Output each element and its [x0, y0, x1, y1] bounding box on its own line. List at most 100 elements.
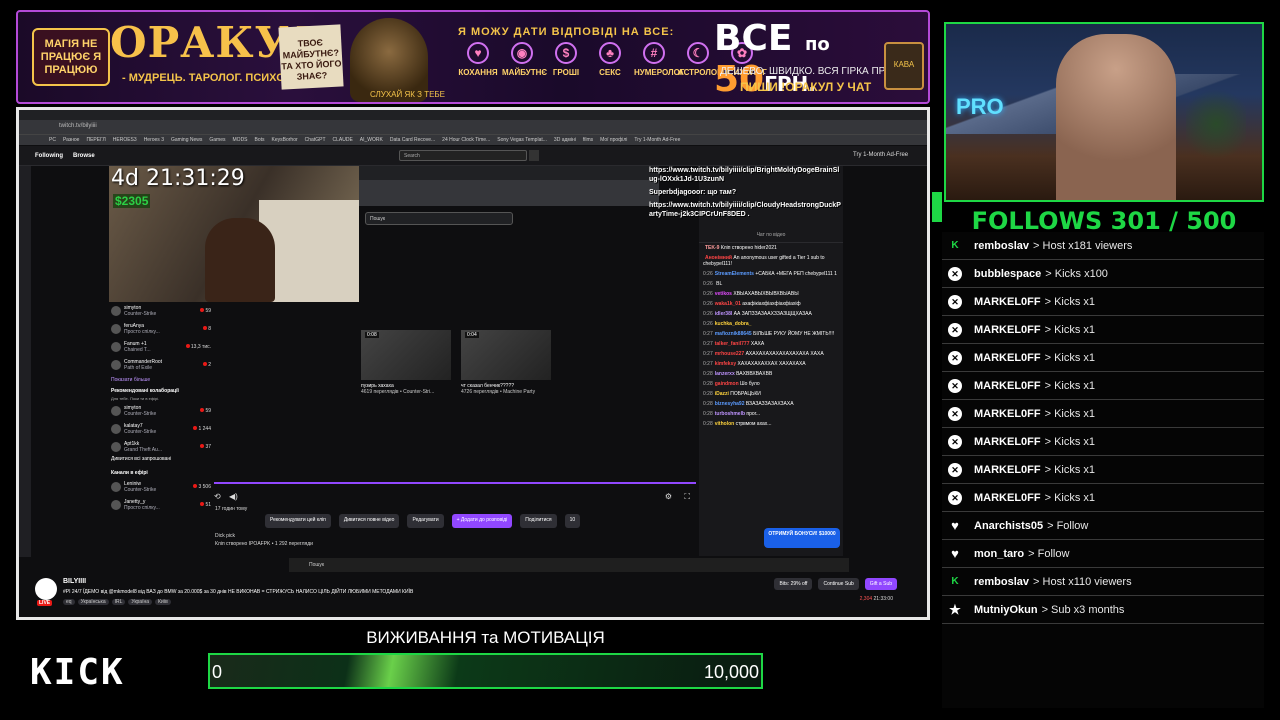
sidebar-channel[interactable]: simyton Counter-Strike 59 — [111, 302, 211, 320]
gift-sub-button[interactable]: Gift a Sub — [864, 578, 897, 590]
chat-username[interactable]: mafioznik88645 — [715, 331, 752, 337]
chat-time: 0:28 — [703, 401, 713, 407]
stream-tag[interactable]: Українська — [77, 599, 109, 605]
bookmark-item[interactable]: Sony Vegas Templat... — [497, 137, 547, 143]
chat-username[interactable]: turboshmelb — [715, 411, 745, 417]
sidebar-channel[interactable]: Apt1kk Grand Theft Au... 37 — [111, 438, 211, 456]
event-row: ✕ MARKEL0FF > Kicks x1 — [942, 344, 1264, 372]
clip-action-button[interactable]: Рекомендувати цей кліп — [265, 514, 331, 528]
bookmark-item[interactable]: HEROES3 — [113, 137, 137, 143]
bookmark-item[interactable]: Data Card Recove... — [390, 137, 435, 143]
chat-username[interactable]: lanzerxx — [715, 371, 735, 377]
event-feed: Kremboslav > Host x181 viewers ✕ bubblespac… — [942, 232, 1264, 624]
clip-action-button[interactable]: Редагувати — [407, 514, 444, 528]
chat-time: 0:27 — [703, 351, 713, 357]
browser-tabs[interactable] — [19, 110, 927, 120]
bookmark-item[interactable]: ПЕРЕГЛ — [86, 137, 105, 143]
sidebar-channel[interactable]: kalatay7 Counter-Strike 1 244 — [111, 420, 211, 438]
show-more-link[interactable]: Показати більше — [111, 374, 211, 386]
chat-username[interactable]: mrhouse227 — [715, 351, 744, 357]
channel-avatar — [111, 424, 121, 434]
kicked-icon: ✕ — [948, 434, 962, 449]
chat-text: Кліп створено hider2021 — [720, 245, 777, 251]
banner-category: $ ГРОШІ — [546, 42, 586, 77]
bookmark-item[interactable]: Gaming News — [171, 137, 202, 143]
bookmark-item[interactable]: Heroes 3 — [144, 137, 164, 143]
bookmark-item[interactable]: Games — [209, 137, 225, 143]
chat-username[interactable]: vitholon — [715, 421, 734, 427]
bookmark-item[interactable]: KeysBorhor — [272, 137, 298, 143]
clip-action-button[interactable]: + Додати до розповіді — [451, 514, 513, 528]
chat-text: Шо було — [740, 381, 760, 387]
bookmark-item[interactable]: PC — [49, 137, 56, 143]
chat-username[interactable]: iDazzi — [715, 391, 729, 397]
continue-sub-button[interactable]: Continue Sub — [818, 578, 859, 590]
channel-name[interactable]: BILYIIII — [63, 578, 86, 585]
event-row: ♥ mon_taro > Follow — [942, 540, 1264, 568]
search-icon[interactable] — [529, 150, 539, 161]
inner-search-input[interactable]: Пошук — [365, 212, 513, 225]
bookmark-item[interactable]: CLAUDE — [333, 137, 353, 143]
event-action: > Kicks x1 — [1044, 491, 1096, 504]
event-row: ✕ MARKEL0FF > Kicks x1 — [942, 456, 1264, 484]
event-action: > Follow — [1047, 519, 1089, 532]
settings-icon[interactable]: ⚙ — [665, 492, 672, 501]
sidebar-channel[interactable]: Leniniw Counter-Strike 3 506 — [111, 478, 211, 496]
chat-username[interactable]: idler38l — [715, 311, 733, 317]
bookmark-item[interactable]: Bots — [255, 137, 265, 143]
sidebar-channel[interactable]: Fanum +1 Chained T... 13,3 тис. — [111, 338, 211, 356]
chat-username[interactable]: kimfeksy — [715, 361, 736, 367]
channel-category: Grand Theft Au... — [124, 447, 162, 453]
chat-username[interactable]: kuchka_dobra_ — [715, 321, 752, 327]
stream-tag[interactable]: Київ — [155, 599, 171, 605]
stream-tag[interactable]: Україна — [128, 599, 153, 605]
bookmark-item[interactable]: 3D адмінi — [554, 137, 576, 143]
sidebar-channel[interactable]: CommanderRoot Path of Exile 2 — [111, 356, 211, 374]
stream-tag[interactable]: IRL — [111, 599, 126, 605]
clip-card[interactable]: 0:08 пузирь хахаха 4619 переглядів • Count… — [361, 330, 451, 395]
bookmark-item[interactable]: films — [583, 137, 593, 143]
sidebar-channel[interactable]: simyton Counter-Strike 59 — [111, 402, 211, 420]
video-progress-bar[interactable] — [214, 482, 696, 484]
bookmark-item[interactable]: 24 Hour Clock Time... — [442, 137, 490, 143]
bookmark-item[interactable]: Try 1-Month Ad-Free — [634, 137, 680, 143]
chat-username[interactable]: StreamElements — [715, 271, 754, 277]
clip-card[interactable]: 0:04 чт сказал бенчик????? 4726 переглядів… — [461, 330, 551, 395]
clip-views: 4619 переглядів • Counter-Stri... — [361, 389, 435, 395]
chat-username[interactable]: TEK-9 — [705, 245, 719, 251]
clip-action-button[interactable]: 10 — [564, 514, 581, 528]
sidebar-channel[interactable]: Janetty_y Просто спілку... 51 — [111, 496, 211, 514]
bookmark-item[interactable]: Разное — [63, 137, 80, 143]
bookmark-item[interactable]: Мої профілі — [600, 137, 627, 143]
chat-username[interactable]: gaindmon — [715, 381, 739, 387]
bonus-promo[interactable]: ОТРИМУЙ БОНУСИ! $10000 — [764, 528, 840, 548]
clip-thumbnail[interactable]: 0:08 — [361, 330, 451, 380]
clip-thumbnail[interactable]: 0:04 — [461, 330, 551, 380]
channel-text: simyton Counter-Strike — [124, 405, 197, 417]
bookmark-item[interactable]: AI_WORK — [360, 137, 383, 143]
stream-tag[interactable]: eq — [63, 599, 75, 605]
fullscreen-icon[interactable]: ⛶ — [684, 492, 690, 502]
taskbar-search[interactable]: Пошук — [309, 562, 324, 568]
clip-action-button[interactable]: Дивитися повне відео — [338, 514, 400, 528]
bookmark-item[interactable]: MODS — [233, 137, 248, 143]
chat-username[interactable]: vetikos — [715, 291, 732, 297]
channel-avatar[interactable] — [35, 578, 57, 600]
chat-text: АХАХАХАХАХАХАХАХАХА ХАХА — [745, 351, 824, 357]
bits-button[interactable]: Bits: 29% off — [774, 578, 813, 590]
sidebar-channel[interactable]: feruAnya Просто спілку... 8 — [111, 320, 211, 338]
replay-icon[interactable]: ⟲ — [214, 492, 221, 501]
chat-username[interactable]: biznesyha92 — [715, 401, 745, 407]
chat-username[interactable]: waka1k_01 — [715, 301, 741, 307]
bookmark-item[interactable]: ChatGPT — [305, 137, 326, 143]
nav-browse[interactable]: Browse — [73, 153, 95, 159]
volume-icon[interactable]: ◀) — [229, 492, 238, 501]
event-row: ✕ MARKEL0FF > Kicks x1 — [942, 316, 1264, 344]
invited-link[interactable]: Дивитися всі запрошовані — [111, 456, 211, 468]
twitch-search-input[interactable]: Search — [399, 150, 527, 161]
clip-action-button[interactable]: Поділитися — [520, 514, 557, 528]
browser-address-bar[interactable]: twitch.tv/bilyiiii — [19, 120, 927, 134]
chat-username[interactable]: talker_fanil777 — [715, 341, 750, 347]
adfree-button[interactable]: Try 1-Month Ad-Free — [853, 152, 908, 158]
nav-following[interactable]: Following — [35, 153, 63, 159]
